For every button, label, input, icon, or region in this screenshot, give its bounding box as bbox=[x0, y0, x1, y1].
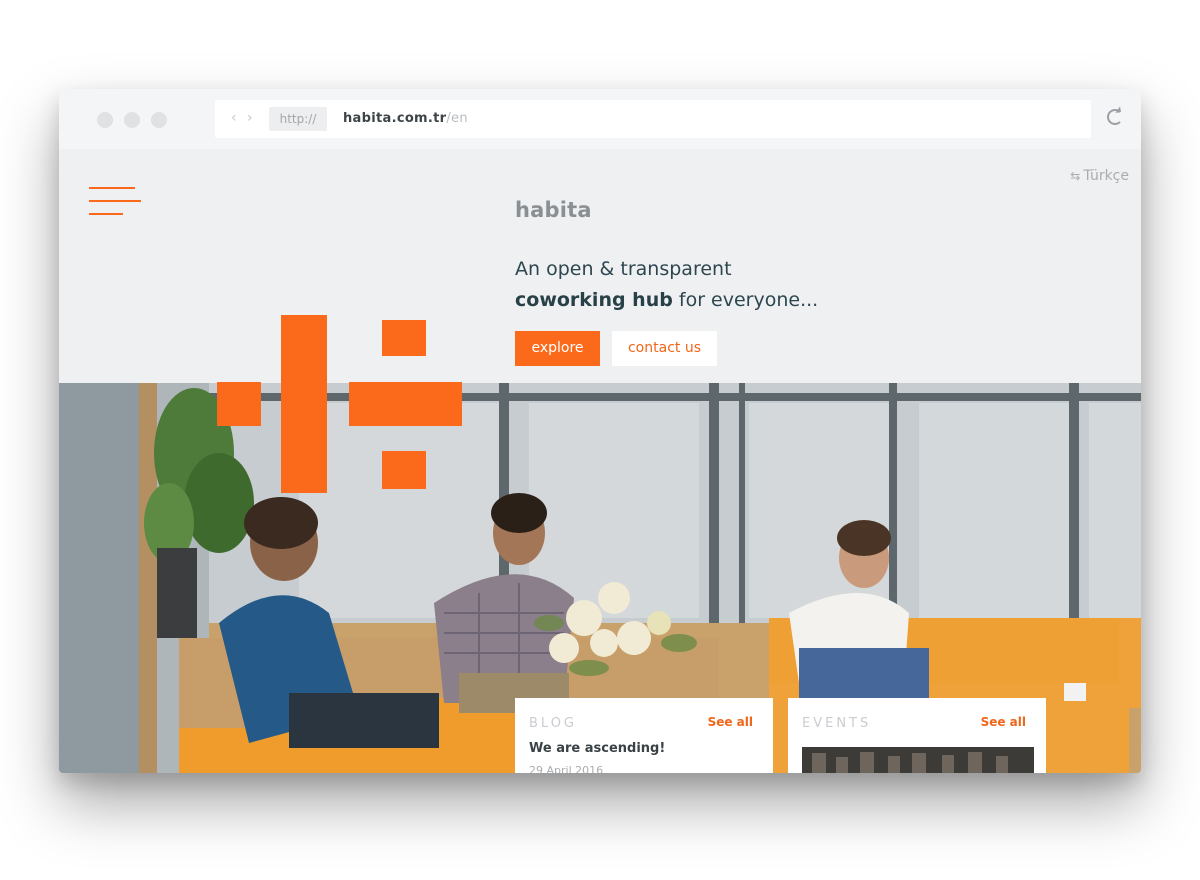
chevron-right-icon[interactable]: › bbox=[247, 110, 253, 126]
headline-line-2: coworking hub for everyone... bbox=[515, 285, 818, 316]
blog-post-date: 29 April 2016 bbox=[529, 764, 604, 773]
brand-mark-square-bottom bbox=[382, 451, 426, 489]
blog-see-all-link[interactable]: See all bbox=[708, 715, 753, 729]
browser-toolbar: ‹ › http:// habita.com.tr/en bbox=[59, 89, 1141, 150]
language-label: Türkçe bbox=[1083, 168, 1129, 184]
blog-post-title[interactable]: We are ascending! bbox=[529, 741, 665, 756]
explore-button[interactable]: explore bbox=[515, 331, 600, 366]
headline-rest: for everyone... bbox=[672, 289, 819, 311]
events-see-all-link[interactable]: See all bbox=[981, 715, 1026, 729]
url-protocol: http:// bbox=[269, 107, 327, 131]
headline-line-1: An open & transparent bbox=[515, 258, 732, 280]
chevron-left-icon[interactable]: ‹ bbox=[231, 110, 237, 126]
language-switcher[interactable]: ⇆ Türkçe bbox=[1070, 168, 1129, 184]
headline-bold: coworking hub bbox=[515, 289, 673, 311]
brand-mark-square-top bbox=[382, 320, 426, 356]
blog-card[interactable]: BLOG See all We are ascending! 29 April … bbox=[515, 698, 773, 773]
site-logo[interactable]: habita bbox=[515, 198, 592, 222]
event-thumbnail-image[interactable] bbox=[802, 747, 1034, 773]
hero-headline: An open & transparent coworking hub for … bbox=[515, 254, 818, 316]
url-domain: habita.com.tr bbox=[343, 111, 447, 126]
swap-arrows-icon: ⇆ bbox=[1070, 169, 1081, 183]
brand-mark-horizontal-bar bbox=[349, 382, 462, 426]
blog-card-label: BLOG bbox=[529, 716, 578, 731]
events-card[interactable]: EVENTS See all bbox=[788, 698, 1046, 773]
brand-mark-square-left bbox=[217, 382, 261, 426]
window-minimize-dot[interactable] bbox=[124, 112, 140, 128]
url-path: /en bbox=[446, 111, 468, 126]
reload-icon[interactable] bbox=[1107, 109, 1123, 125]
window-close-dot[interactable] bbox=[97, 112, 113, 128]
hamburger-menu-icon[interactable] bbox=[89, 187, 141, 217]
events-card-label: EVENTS bbox=[802, 716, 872, 731]
url-text[interactable]: habita.com.tr/en bbox=[343, 111, 468, 126]
window-maximize-dot[interactable] bbox=[151, 112, 167, 128]
address-bar[interactable]: ‹ › http:// habita.com.tr/en bbox=[215, 100, 1091, 138]
web-page: ⇆ Türkçe habita An open & transparent cow… bbox=[59, 149, 1141, 773]
brand-mark-vertical-bar bbox=[281, 315, 327, 493]
browser-window: ‹ › http:// habita.com.tr/en ⇆ Türkçe hab… bbox=[59, 89, 1141, 773]
contact-us-button[interactable]: contact us bbox=[612, 331, 717, 366]
